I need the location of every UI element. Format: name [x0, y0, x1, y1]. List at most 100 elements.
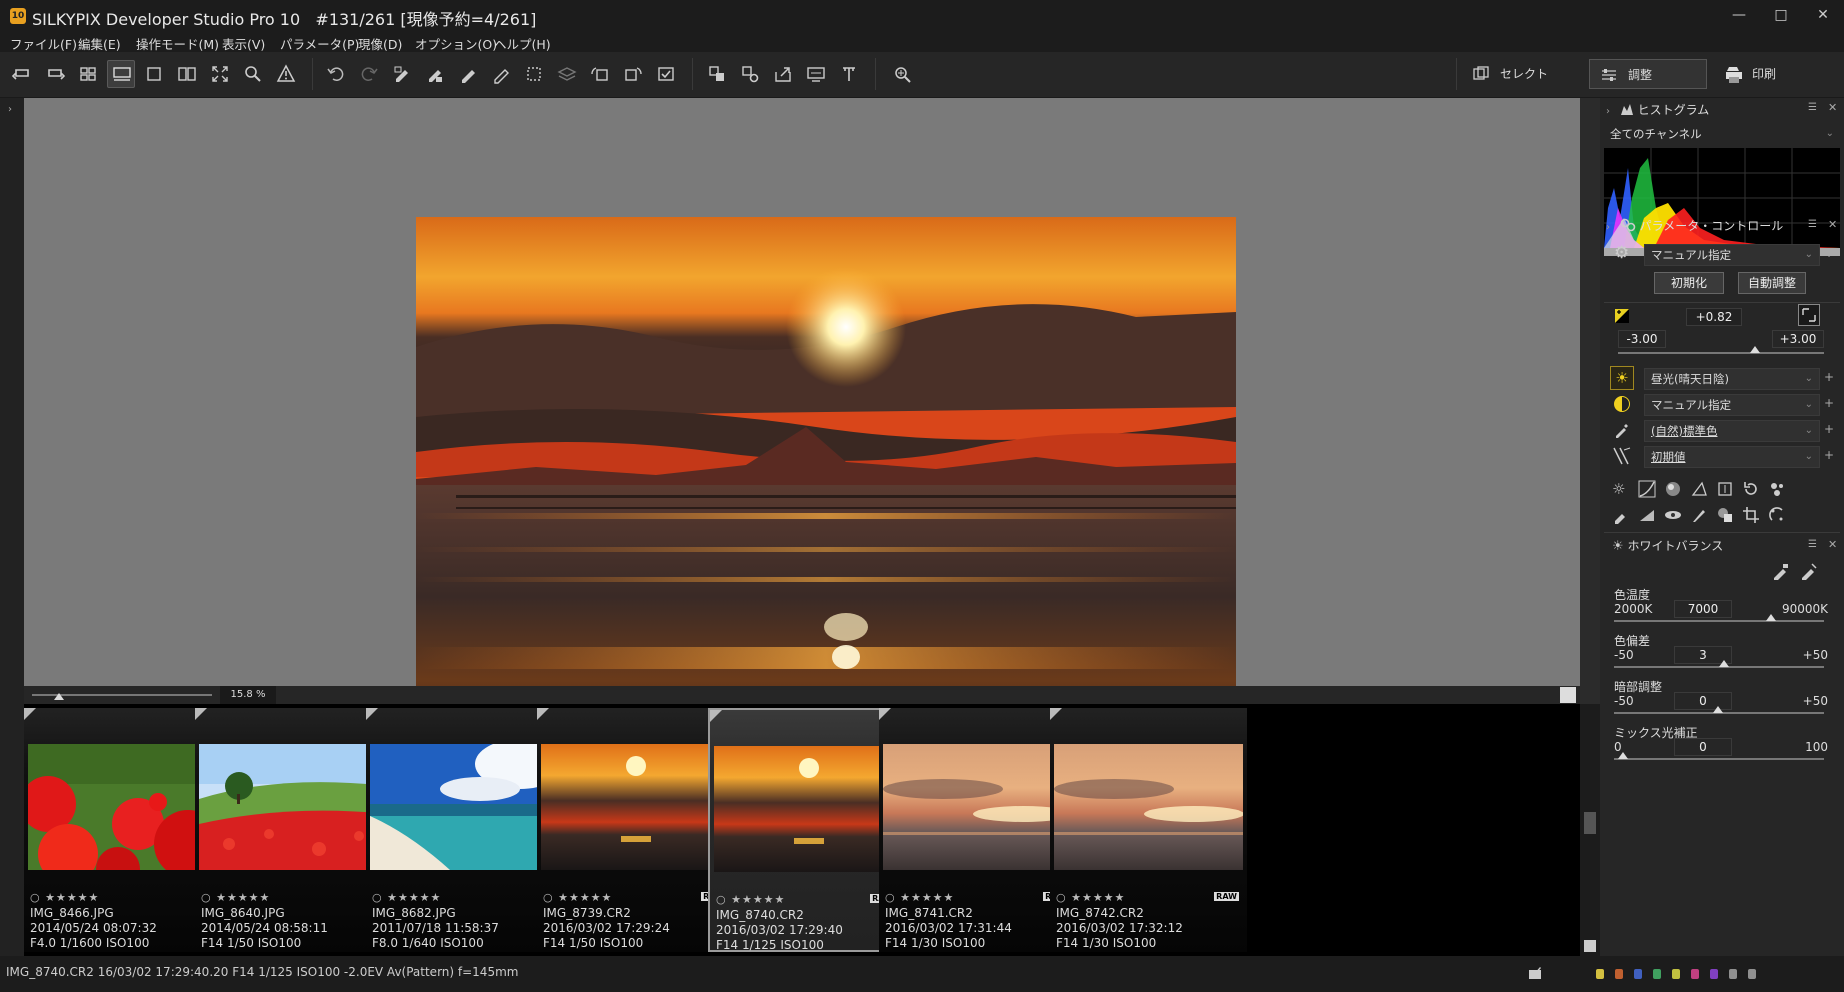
status-label-icon[interactable]: [1748, 969, 1756, 979]
dropper-tool-icon[interactable]: [1612, 506, 1634, 528]
fit-window-icon[interactable]: [1560, 687, 1576, 703]
wb-dropper-alt-icon[interactable]: [1800, 562, 1818, 580]
effects-tool-icon[interactable]: [1768, 480, 1790, 502]
thumbnail-item[interactable]: ○ ★★★★★RAWIMG_8740.CR22016/03/02 17:29:4…: [708, 708, 905, 952]
exposure-value-field[interactable]: +0.82: [1686, 308, 1742, 326]
wb-close-icon[interactable]: ✕: [1828, 538, 1837, 551]
wb-menu-icon[interactable]: ☰: [1808, 539, 1817, 550]
single-view-icon[interactable]: [140, 60, 168, 88]
rating-stars[interactable]: ○ ★★★★★: [543, 891, 612, 904]
filmstrip-view-icon[interactable]: [107, 60, 135, 88]
exposure-slider-track[interactable]: [1618, 352, 1824, 354]
wb-preset-select[interactable]: 昼光(晴天日陰) ⌄: [1644, 368, 1820, 390]
mode-select-button[interactable]: セレクト: [1462, 59, 1582, 89]
wb-slider-knob[interactable]: [1766, 614, 1777, 621]
undo-icon[interactable]: [322, 60, 350, 88]
export-icon[interactable]: [769, 60, 797, 88]
develop-check-icon[interactable]: [652, 60, 680, 88]
thumbnail-item[interactable]: ○ ★★★★★ IMG_8640.JPG 2014/05/24 08:58:11 F1…: [195, 708, 392, 952]
maximize-button[interactable]: □: [1764, 4, 1798, 26]
scrollbar-thumb[interactable]: [1584, 812, 1596, 834]
sun-icon[interactable]: ☀: [1610, 366, 1634, 390]
rotate-tool-icon[interactable]: [1742, 480, 1764, 502]
rating-stars[interactable]: ○ ★★★★★: [201, 891, 270, 904]
status-label-icon[interactable]: [1691, 969, 1699, 979]
healing-tool-icon[interactable]: [1768, 506, 1790, 528]
status-label-icon[interactable]: [1729, 969, 1737, 979]
frame-tool-icon[interactable]: [1716, 480, 1738, 502]
menu-file[interactable]: ファイル(F): [10, 34, 77, 53]
exposure-max-field[interactable]: +3.00: [1772, 330, 1824, 348]
exposure-min-field[interactable]: -3.00: [1618, 330, 1666, 348]
histogram-menu-icon[interactable]: ☰: [1808, 102, 1817, 113]
wedge-tool-icon[interactable]: [1638, 506, 1660, 528]
image-viewer[interactable]: [24, 98, 1580, 765]
param-control-menu-icon[interactable]: ☰: [1808, 219, 1817, 230]
redo-icon[interactable]: [355, 60, 383, 88]
pen-icon[interactable]: [454, 60, 482, 88]
rating-stars[interactable]: ○ ★★★★★: [1056, 891, 1125, 904]
wb-slider-knob[interactable]: [1718, 660, 1729, 667]
crop-tool-icon[interactable]: [1742, 506, 1764, 528]
status-edit-icon[interactable]: [1528, 966, 1542, 980]
menu-develop[interactable]: 現像(D): [358, 34, 402, 53]
param-control-close-icon[interactable]: ✕: [1828, 218, 1837, 231]
warning-icon[interactable]: [272, 60, 300, 88]
histogram-channel-select[interactable]: 全てのチャンネル ⌄: [1604, 124, 1840, 146]
status-label-icon[interactable]: [1710, 969, 1718, 979]
develop-settings-icon[interactable]: [736, 60, 764, 88]
preset-select[interactable]: マニュアル指定 ⌄: [1644, 244, 1820, 266]
rating-stars[interactable]: ○ ★★★★★: [885, 891, 954, 904]
minimize-button[interactable]: —: [1722, 4, 1756, 26]
menu-mode[interactable]: 操作モード(M): [136, 34, 219, 53]
menu-edit[interactable]: 編集(E): [78, 34, 121, 53]
brush-tool-icon[interactable]: [1690, 506, 1712, 528]
sharp-preset-add-icon[interactable]: +: [1824, 448, 1834, 462]
histogram-header[interactable]: › ヒストグラム: [1606, 98, 1842, 122]
thumbnail-item[interactable]: ○ ★★★★★ IMG_8466.JPG 2014/05/24 08:07:32 F4…: [24, 708, 221, 952]
color-preset-select[interactable]: (自然)標準色 ⌄: [1644, 420, 1820, 442]
wb-preset-add-icon[interactable]: +: [1824, 370, 1834, 384]
compare-view-icon[interactable]: [173, 60, 201, 88]
rating-stars[interactable]: ○ ★★★★★: [716, 893, 785, 906]
wb-dropper-icon[interactable]: [1772, 562, 1790, 580]
menu-parameter[interactable]: パラメータ(P): [280, 34, 359, 53]
histogram-close-icon[interactable]: ✕: [1828, 101, 1837, 114]
status-label-icon[interactable]: [1596, 969, 1604, 979]
search-settings-icon[interactable]: [888, 60, 916, 88]
tone-preset-select[interactable]: マニュアル指定 ⌄: [1644, 394, 1820, 416]
param-control-header[interactable]: › パラメータ・コントロール: [1606, 214, 1842, 238]
wb-slider-knob[interactable]: [1618, 752, 1628, 759]
tone-preset-add-icon[interactable]: +: [1824, 396, 1834, 410]
wb-slider-track[interactable]: [1614, 620, 1824, 622]
thumbnail-item[interactable]: ○ ★★★★★ RAW IMG_8742.CR2 2016/03/02 17:32:1…: [1050, 708, 1247, 952]
sphere-tool-icon[interactable]: [1664, 480, 1686, 502]
wb-slider-knob[interactable]: [1713, 706, 1723, 713]
preset-add-icon[interactable]: +: [1824, 246, 1834, 260]
exposure-slider-knob[interactable]: [1750, 346, 1760, 353]
wb-slider-value-field[interactable]: 7000: [1674, 600, 1732, 618]
exposure-auto-icon[interactable]: [1798, 304, 1820, 326]
fullscreen-icon[interactable]: [206, 60, 234, 88]
init-button[interactable]: 初期化: [1654, 272, 1724, 294]
status-label-icon[interactable]: [1634, 969, 1642, 979]
status-label-icon[interactable]: [1615, 969, 1623, 979]
thumbnail-item[interactable]: ○ ★★★★★RAWIMG_8741.CR22016/03/02 17:31:4…: [879, 708, 1076, 952]
rotate-left-icon[interactable]: [586, 60, 614, 88]
tool-icon[interactable]: [835, 60, 863, 88]
copy-param-icon[interactable]: [388, 60, 416, 88]
pen-alt-icon[interactable]: [487, 60, 515, 88]
zoom-slider-knob[interactable]: [54, 693, 64, 700]
crop-icon[interactable]: [520, 60, 548, 88]
filmstrip-settings-icon[interactable]: [1584, 940, 1596, 952]
curve-tool-icon[interactable]: [1638, 480, 1660, 502]
batch-develop-icon[interactable]: [703, 60, 731, 88]
eye-tool-icon[interactable]: [1664, 506, 1686, 528]
wb-slider-value-field[interactable]: 0: [1674, 738, 1732, 756]
paste-param-icon[interactable]: [421, 60, 449, 88]
expand-left-icon[interactable]: ›: [8, 104, 12, 115]
menu-help[interactable]: ヘルプ(H): [494, 34, 551, 53]
wb-slider-track[interactable]: [1614, 758, 1824, 760]
wb-slider-value-field[interactable]: 0: [1674, 692, 1732, 710]
grid-view-icon[interactable]: [74, 60, 102, 88]
